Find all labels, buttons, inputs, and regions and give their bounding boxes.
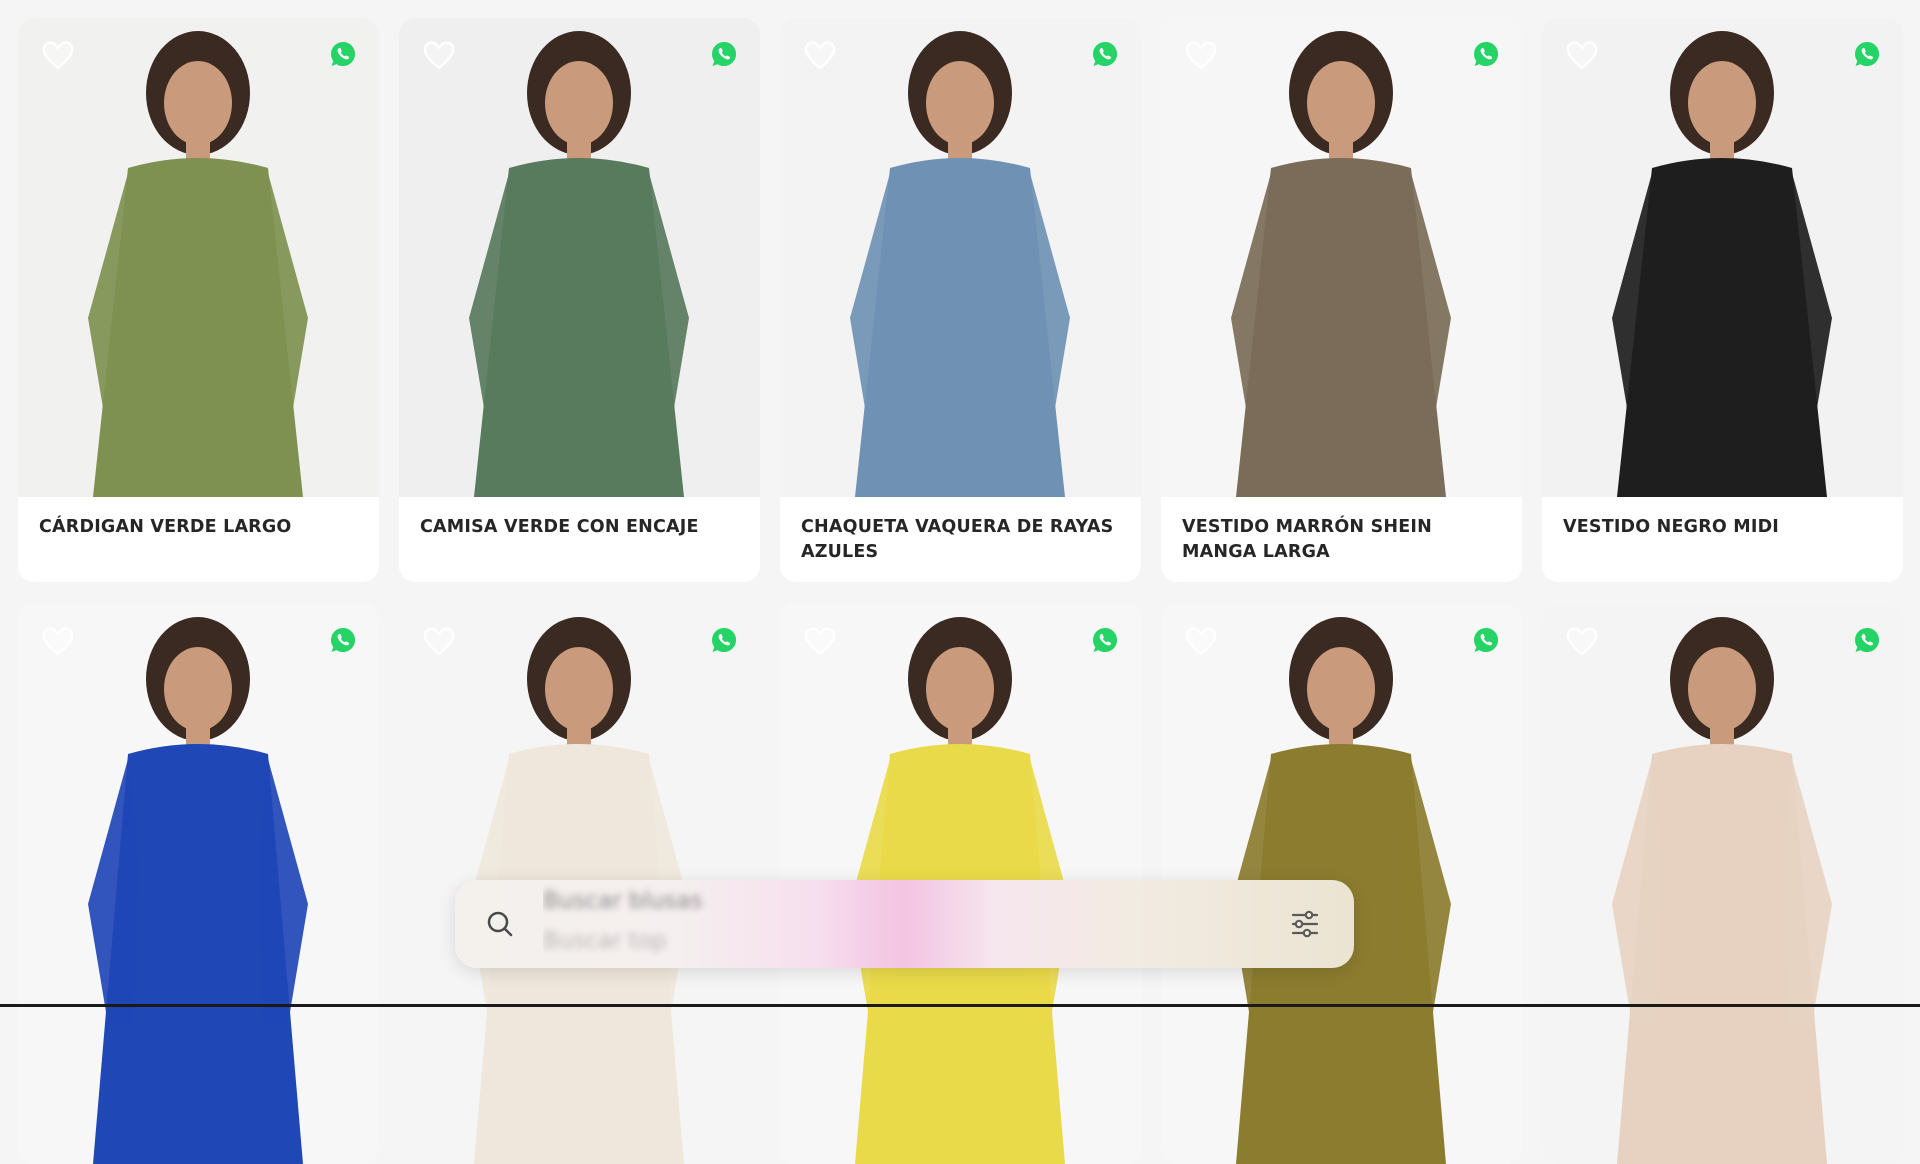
product-card[interactable] [1542, 604, 1903, 1164]
product-title[interactable]: VESTIDO MARRÓN SHEIN MANGA LARGA [1161, 497, 1522, 565]
whatsapp-icon[interactable] [1853, 40, 1881, 68]
heart-outline-icon[interactable] [802, 624, 838, 658]
product-grid: CÁRDIGAN VERDE LARGO CAMISA VERDE CON EN… [18, 18, 1903, 1164]
whatsapp-icon[interactable] [329, 40, 357, 68]
search-bar[interactable]: Buscar blusas Buscar top [455, 880, 1354, 968]
product-image[interactable] [399, 18, 760, 497]
search-icon[interactable] [483, 907, 517, 941]
product-card[interactable]: CAMISA VERDE CON ENCAJE [399, 18, 760, 582]
whatsapp-icon[interactable] [710, 626, 738, 654]
sliders-icon[interactable] [1288, 907, 1322, 941]
heart-outline-icon[interactable] [1564, 624, 1600, 658]
product-image[interactable] [18, 18, 379, 497]
whatsapp-icon[interactable] [710, 40, 738, 68]
heart-outline-icon[interactable] [1183, 624, 1219, 658]
whatsapp-icon[interactable] [329, 626, 357, 654]
whatsapp-icon[interactable] [1091, 626, 1119, 654]
heart-outline-icon[interactable] [1564, 38, 1600, 72]
product-title[interactable]: CAMISA VERDE CON ENCAJE [399, 497, 760, 540]
product-card[interactable]: VESTIDO MARRÓN SHEIN MANGA LARGA [1161, 18, 1522, 582]
heart-outline-icon[interactable] [802, 38, 838, 72]
product-image[interactable] [780, 18, 1141, 497]
product-image[interactable] [1542, 604, 1903, 1164]
product-card[interactable]: VESTIDO NEGRO MIDI [1542, 18, 1903, 582]
product-title[interactable]: CÁRDIGAN VERDE LARGO [18, 497, 379, 540]
whatsapp-icon[interactable] [1472, 626, 1500, 654]
search-placeholder-secondary: Buscar top [543, 928, 667, 954]
heart-outline-icon[interactable] [40, 624, 76, 658]
product-image[interactable] [18, 604, 379, 1164]
product-image[interactable] [1161, 18, 1522, 497]
whatsapp-icon[interactable] [1472, 40, 1500, 68]
product-title[interactable]: CHAQUETA VAQUERA DE RAYAS AZULES [780, 497, 1141, 565]
search-input[interactable]: Buscar blusas Buscar top [543, 880, 1288, 968]
product-card[interactable]: CÁRDIGAN VERDE LARGO [18, 18, 379, 582]
search-placeholder-primary: Buscar blusas [543, 888, 703, 914]
product-card[interactable] [18, 604, 379, 1164]
heart-outline-icon[interactable] [40, 38, 76, 72]
heart-outline-icon[interactable] [1183, 38, 1219, 72]
product-card[interactable]: CHAQUETA VAQUERA DE RAYAS AZULES [780, 18, 1141, 582]
product-image[interactable] [1542, 18, 1903, 497]
whatsapp-icon[interactable] [1853, 626, 1881, 654]
whatsapp-icon[interactable] [1091, 40, 1119, 68]
heart-outline-icon[interactable] [421, 624, 457, 658]
heart-outline-icon[interactable] [421, 38, 457, 72]
product-title[interactable]: VESTIDO NEGRO MIDI [1542, 497, 1903, 540]
